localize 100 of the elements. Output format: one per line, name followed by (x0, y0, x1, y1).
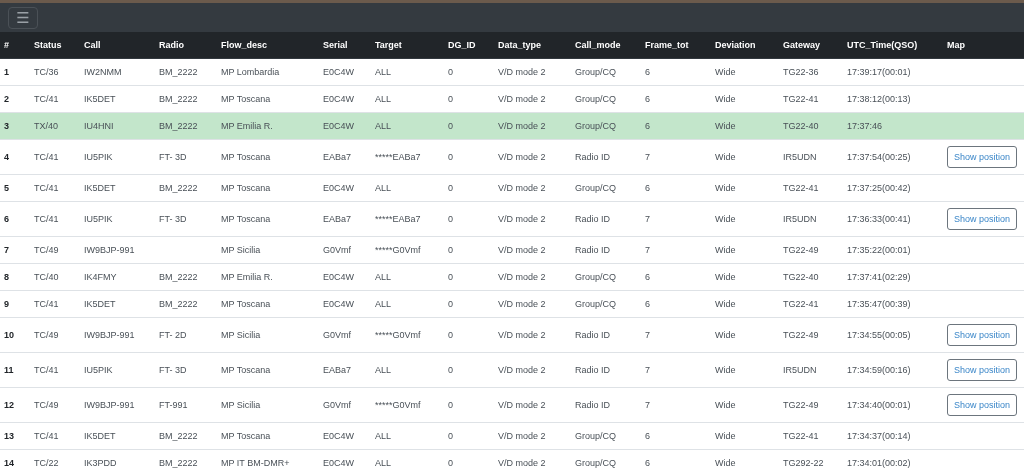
table-cell: V/D mode 2 (498, 94, 546, 104)
table-cell: 0 (448, 458, 453, 468)
table-cell: BM_2222 (159, 431, 198, 441)
show-position-button[interactable]: Show position (947, 146, 1018, 168)
table-cell: 17:34:37(00:14) (847, 431, 911, 441)
table-cell: 7 (645, 245, 650, 255)
table-cell: FT- 2D (159, 330, 187, 340)
table-cell: TC/49 (34, 400, 59, 410)
table-cell: 4 (4, 152, 9, 162)
table-cell: ALL (375, 121, 391, 131)
table-cell: Wide (715, 245, 736, 255)
table-cell: TG292-22 (783, 458, 824, 468)
table-cell: IW2NMM (84, 67, 122, 77)
show-position-button[interactable]: Show position (947, 394, 1018, 416)
table-cell: MP Emilia R. (221, 121, 273, 131)
column-header: Deviation (711, 32, 779, 59)
table-cell: BM_2222 (159, 121, 198, 131)
table-cell: IK4FMY (84, 272, 117, 282)
table-cell: Group/CQ (575, 94, 616, 104)
table-cell: ALL (375, 272, 391, 282)
table-cell: E0C4W (323, 458, 354, 468)
table-cell: IU4HNI (84, 121, 114, 131)
table-cell: V/D mode 2 (498, 183, 546, 193)
table-cell: Wide (715, 152, 736, 162)
table-cell: TC/41 (34, 94, 59, 104)
table-cell: 0 (448, 272, 453, 282)
table-cell: IK5DET (84, 431, 116, 441)
table-cell: 12 (4, 400, 14, 410)
table-cell: 14 (4, 458, 14, 468)
table-cell: TC/40 (34, 272, 59, 282)
show-position-button[interactable]: Show position (947, 324, 1018, 346)
table-cell: MP Toscana (221, 94, 271, 104)
table-cell: Wide (715, 431, 736, 441)
table-cell: 6 (645, 458, 650, 468)
table-cell: 17:37:54(00:25) (847, 152, 911, 162)
table-cell: BM_2222 (159, 67, 198, 77)
table-cell: TG22-49 (783, 330, 819, 340)
table-cell: ALL (375, 183, 391, 193)
column-header: Call_mode (571, 32, 641, 59)
table-cell: 0 (448, 94, 453, 104)
table-cell: 0 (448, 400, 453, 410)
table-cell: TX/40 (34, 121, 58, 131)
table-cell: E0C4W (323, 94, 354, 104)
table-cell: TC/49 (34, 330, 59, 340)
table-cell: Group/CQ (575, 183, 616, 193)
table-cell: BM_2222 (159, 183, 198, 193)
table-cell: EABa7 (323, 214, 352, 224)
table-cell: BM_2222 (159, 299, 198, 309)
table-cell: 10 (4, 330, 14, 340)
column-header: Map (943, 32, 1024, 59)
table-cell: MP Toscana (221, 214, 271, 224)
table-cell: MP Emilia R. (221, 272, 273, 282)
menu-button[interactable]: ☰ (8, 6, 38, 29)
table-cell: 0 (448, 365, 453, 375)
table-cell: 7 (645, 152, 650, 162)
table-cell: V/D mode 2 (498, 299, 546, 309)
table-cell: TG22-40 (783, 272, 819, 282)
table-cell: TC/41 (34, 214, 59, 224)
table-cell: ALL (375, 67, 391, 77)
table-cell: MP Toscana (221, 183, 271, 193)
table-cell: 7 (645, 365, 650, 375)
table-cell: V/D mode 2 (498, 400, 546, 410)
table-cell: Radio ID (575, 365, 610, 375)
table-cell: 0 (448, 152, 453, 162)
table-cell: Wide (715, 272, 736, 282)
table-cell: TG22-40 (783, 121, 819, 131)
table-cell: 17:35:22(00:01) (847, 245, 911, 255)
table-cell: ALL (375, 94, 391, 104)
table-cell: E0C4W (323, 272, 354, 282)
table-cell: 6 (645, 183, 650, 193)
table-cell: V/D mode 2 (498, 272, 546, 282)
table-cell: G0Vmf (323, 400, 351, 410)
table-cell: TG22-49 (783, 245, 819, 255)
table-cell: 17:37:25(00:42) (847, 183, 911, 193)
table-cell: TC/41 (34, 431, 59, 441)
table-cell: 13 (4, 431, 14, 441)
column-header: Target (371, 32, 444, 59)
table-cell: EABa7 (323, 365, 352, 375)
table-cell: 17:34:59(00:16) (847, 365, 911, 375)
table-cell: FT- 3D (159, 214, 187, 224)
show-position-button[interactable]: Show position (947, 359, 1018, 381)
table-cell: FT-991 (159, 400, 188, 410)
table-cell: IU5PIK (84, 214, 113, 224)
table-cell: 6 (645, 94, 650, 104)
table-cell: 7 (645, 214, 650, 224)
table-cell: ALL (375, 365, 391, 375)
table-cell: ALL (375, 299, 391, 309)
table-cell: 17:38:12(00:13) (847, 94, 911, 104)
table-cell: Radio ID (575, 214, 610, 224)
table-cell: Radio ID (575, 152, 610, 162)
table-cell: E0C4W (323, 183, 354, 193)
table-cell: 6 (645, 67, 650, 77)
table-cell: 7 (645, 330, 650, 340)
table-cell: TC/41 (34, 152, 59, 162)
table-cell: MP Toscana (221, 365, 271, 375)
show-position-button[interactable]: Show position (947, 208, 1018, 230)
table-cell: TG22-41 (783, 94, 819, 104)
column-header: UTC_Time(QSO) (843, 32, 943, 59)
table-cell: E0C4W (323, 431, 354, 441)
table-cell: MP Sicilia (221, 245, 261, 255)
